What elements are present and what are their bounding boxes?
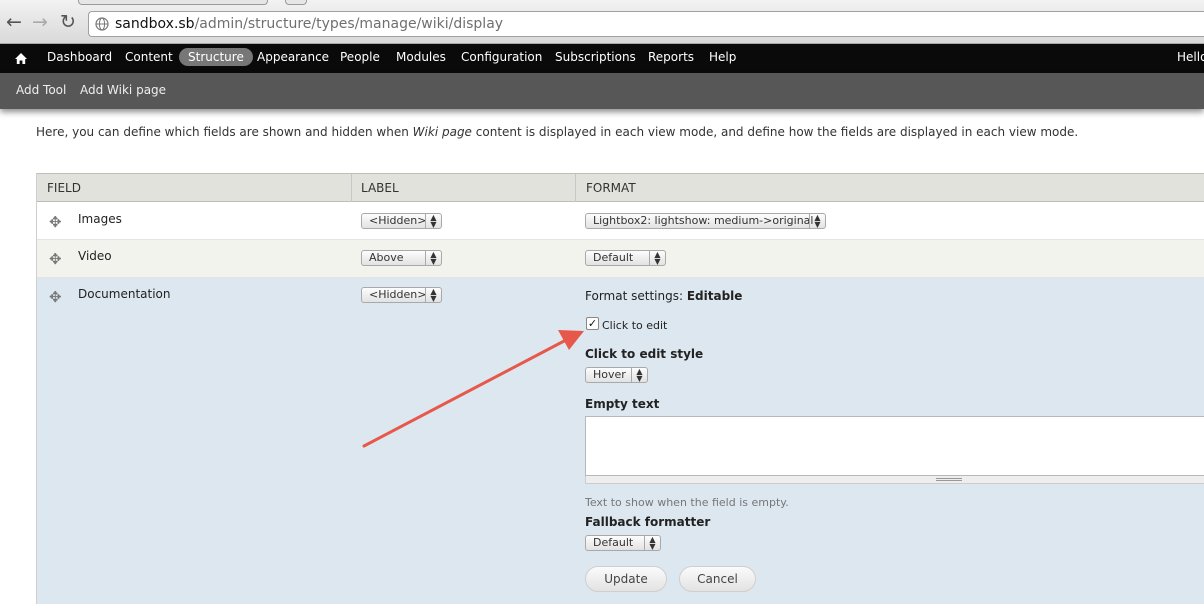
label-select-value: Above [369,251,404,264]
toolbar-item-appearance[interactable]: Appearance [257,50,329,64]
cancel-button[interactable]: Cancel [679,566,756,592]
format-settings-title: Format settings: Editable [585,289,742,303]
toolbar-item-structure[interactable]: Structure [179,48,253,66]
browser-toolbar: ← → ↻ sandbox.sb/admin/structure/types/m… [0,0,1204,44]
click-to-edit-checkbox[interactable]: ✓ [586,317,599,330]
toolbar-item-help[interactable]: Help [709,50,736,64]
label-select-value: <Hidden> [369,288,427,301]
select-arrows-icon: ▲ ▼ [649,251,665,265]
intro-text-before: Here, you can define which fields are sh… [36,125,413,139]
select-arrows-icon: ▲ ▼ [425,251,441,265]
reload-icon[interactable]: ↻ [60,12,76,32]
field-name: Documentation [78,287,171,301]
drag-handle-icon[interactable]: ✥ [49,288,62,306]
page-description: Here, you can define which fields are sh… [36,125,1078,139]
table-row-expanded: ✥ Documentation <Hidden> ▲ ▼ Format setti… [37,278,1204,604]
user-greeting[interactable]: Hello [1177,50,1204,64]
table-header: Field Label Format [37,173,1204,202]
toolbar-item-reports[interactable]: Reports [648,50,694,64]
field-name: Video [78,249,112,263]
grip-icon [936,478,962,481]
fallback-formatter-select[interactable]: Default ▲ ▼ [585,535,661,551]
format-settings-formatter: Editable [686,289,743,303]
column-header-format: Format [586,181,636,195]
column-divider [351,174,352,202]
select-arrows-icon: ▲ ▼ [809,214,825,228]
click-to-edit-style-label: Click to edit style [585,347,704,361]
textarea-resize-handle[interactable] [585,476,1204,484]
empty-text-label: Empty text [585,397,660,411]
empty-text-help: Text to show when the field is empty. [585,496,789,509]
column-divider [575,174,576,202]
column-header-field: Field [47,181,81,195]
label-select[interactable]: Above ▲ ▼ [361,250,442,266]
forward-icon[interactable]: → [32,12,48,32]
shortcuts-bar: Add Tool Add Wiki page [0,73,1204,109]
style-select-value: Hover [593,368,626,381]
table-row: ✥ Video Above ▲ ▼ Default ▲ ▼ [37,240,1204,278]
shortcut-add-tool[interactable]: Add Tool [16,83,66,97]
table-row: ✥ Images <Hidden> ▲ ▼ Lightbox2: lightsho… [37,202,1204,240]
click-to-edit-label: Click to edit [602,319,668,332]
drag-handle-icon[interactable]: ✥ [49,213,62,231]
click-to-edit-style-select[interactable]: Hover ▲ ▼ [585,367,648,383]
label-select-value: <Hidden> [369,214,427,227]
format-select-value: Default [593,251,634,264]
field-name: Images [78,212,122,226]
url-path: /admin/structure/types/manage/wiki/displ… [194,16,504,32]
address-bar-text: sandbox.sb/admin/structure/types/manage/… [115,16,503,32]
drag-handle-icon[interactable]: ✥ [49,250,62,268]
intro-content-type: Wiki page [412,125,472,139]
format-select-value: Lightbox2: lightshow: medium->original [593,214,814,227]
toolbar-item-content[interactable]: Content [125,50,173,64]
toolbar-item-dashboard[interactable]: Dashboard [47,50,112,64]
update-button[interactable]: Update [585,566,667,592]
browser-tab[interactable] [78,0,268,5]
toolbar-item-people[interactable]: People [340,50,380,64]
back-icon[interactable]: ← [6,12,22,32]
column-header-label: Label [361,181,399,195]
globe-icon [95,17,109,31]
shortcut-add-wiki-page[interactable]: Add Wiki page [80,83,166,97]
new-tab-button[interactable] [285,0,307,5]
field-display-table: Field Label Format ✥ Images <Hidden> ▲ ▼ … [36,173,1204,604]
toolbar-item-configuration[interactable]: Configuration [461,50,542,64]
format-select[interactable]: Default ▲ ▼ [585,250,666,266]
select-arrows-icon: ▲ ▼ [425,214,441,228]
intro-text-after: content is displayed in each view mode, … [471,125,1079,139]
fallback-formatter-label: Fallback formatter [585,515,711,529]
label-select[interactable]: <Hidden> ▲ ▼ [361,287,442,303]
url-host: sandbox.sb [115,16,195,32]
toolbar-item-modules[interactable]: Modules [396,50,446,64]
format-settings-prefix: Format settings: [585,289,683,303]
admin-toolbar: Dashboard Content Structure Appearance P… [0,44,1204,73]
home-icon[interactable] [14,52,28,65]
select-arrows-icon: ▲ ▼ [644,536,660,550]
fallback-select-value: Default [593,536,634,549]
toolbar-item-subscriptions[interactable]: Subscriptions [555,50,636,64]
empty-text-textarea[interactable] [585,416,1204,476]
address-bar[interactable]: sandbox.sb/admin/structure/types/manage/… [88,11,1204,37]
select-arrows-icon: ▲ ▼ [425,288,441,302]
format-select[interactable]: Lightbox2: lightshow: medium->original ▲… [585,213,826,229]
label-select[interactable]: <Hidden> ▲ ▼ [361,213,442,229]
select-arrows-icon: ▲ ▼ [631,368,647,382]
